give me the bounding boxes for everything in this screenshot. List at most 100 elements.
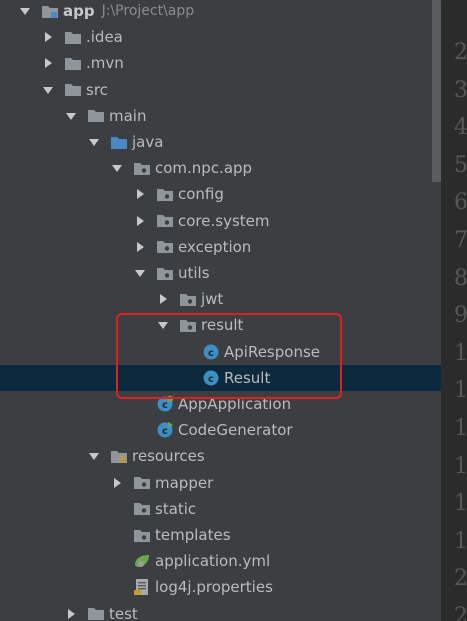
tree-node-label: jwt [201, 290, 224, 309]
package-icon [179, 317, 197, 333]
tree-node-label: Result [224, 368, 271, 387]
tree-node-app[interactable]: app J:\Project\app [0, 0, 441, 24]
folder-icon [87, 606, 105, 621]
tree-node-mvn[interactable]: .mvn [0, 50, 441, 76]
scrollbar-thumb[interactable] [432, 0, 441, 182]
package-icon [133, 527, 151, 543]
tree-node-application-yml[interactable]: application.yml [0, 548, 441, 574]
collapse-arrow-right-icon[interactable] [65, 608, 77, 620]
collapse-arrow-right-icon[interactable] [157, 293, 169, 305]
tree-node-main[interactable]: main [0, 103, 441, 129]
svg-text:c: c [208, 374, 214, 385]
tree-node-label: log4j.properties [155, 578, 273, 597]
tree-node-com-npc-app[interactable]: com.npc.app [0, 155, 441, 181]
line-number: 11 [454, 378, 467, 404]
line-number: 5 [454, 152, 467, 178]
tree-node-result[interactable]: result [0, 312, 441, 338]
collapse-arrow-right-icon[interactable] [42, 57, 54, 69]
tree-node-idea[interactable]: .idea [0, 24, 441, 50]
tree-node-label: exception [178, 237, 252, 256]
resources-folder-icon [110, 448, 128, 464]
line-number: 20 [454, 566, 467, 592]
tree-node-mapper[interactable]: mapper [0, 470, 441, 496]
svg-text:c: c [162, 400, 168, 411]
expand-arrow-down-icon[interactable] [19, 5, 31, 17]
expand-arrow-down-icon[interactable] [42, 84, 54, 96]
line-number: 16 [454, 491, 467, 517]
tree-node-label: result [201, 316, 244, 335]
collapse-arrow-right-icon[interactable] [134, 188, 146, 200]
tree-node-jwt[interactable]: jwt [0, 286, 441, 312]
expand-arrow-down-icon[interactable] [157, 319, 169, 331]
tree-node-src[interactable]: src [0, 77, 441, 103]
tree-node-resources[interactable]: resources [0, 443, 441, 469]
line-number: 12 [454, 416, 467, 441]
tree-node-java[interactable]: java [0, 129, 441, 155]
folder-icon [87, 108, 105, 124]
tree-node-appapplication[interactable]: c AppApplication [0, 391, 441, 417]
collapse-arrow-right-icon[interactable] [111, 477, 123, 489]
expand-arrow-down-icon[interactable] [88, 136, 100, 148]
tree-node-static[interactable]: static [0, 496, 441, 522]
tree-node-label: utils [178, 264, 210, 282]
tree-node-label: ApiResponse [224, 342, 320, 361]
runnable-class-icon: c [156, 422, 174, 438]
tree-node-label: core.system [178, 211, 270, 230]
collapse-arrow-right-icon[interactable] [42, 31, 54, 43]
tree-node-label: app [63, 2, 95, 20]
line-number: 2 [454, 604, 467, 621]
spring-yml-icon [133, 553, 151, 569]
folder-icon [64, 29, 82, 45]
tree-node-label: test [109, 604, 138, 621]
expand-arrow-down-icon[interactable] [111, 162, 123, 174]
tree-node-apiresponse[interactable]: c ApiResponse [0, 339, 441, 365]
package-icon [133, 160, 151, 176]
svg-text:c: c [208, 348, 214, 359]
tree-node-test[interactable]: test [0, 601, 441, 621]
package-icon [156, 265, 174, 281]
package-icon [156, 213, 174, 229]
folder-icon [64, 82, 82, 98]
package-icon [156, 239, 174, 255]
tree-node-label: config [178, 185, 224, 204]
tree-node-exception[interactable]: exception [0, 234, 441, 260]
tree-node-core-system[interactable]: core.system [0, 208, 441, 234]
tree-node-templates[interactable]: templates [0, 522, 441, 548]
tree-node-utils[interactable]: utils [0, 260, 441, 286]
svg-text:c: c [162, 426, 168, 437]
tree-node-label: com.npc.app [155, 159, 253, 178]
tree-node-label: .mvn [86, 54, 124, 73]
tree-node-label: resources [132, 447, 205, 466]
properties-file-icon [133, 579, 151, 596]
tree-node-config[interactable]: config [0, 181, 441, 207]
package-icon [179, 291, 197, 307]
line-number: 6 [454, 190, 467, 216]
tree-node-log4j-properties[interactable]: log4j.properties [0, 574, 441, 600]
source-root-folder-icon [110, 134, 128, 150]
project-path: J:\Project\app [101, 3, 195, 19]
line-number: 4 [454, 115, 467, 141]
tree-node-label: templates [155, 526, 231, 544]
line-number: 10 [454, 340, 467, 366]
tree-node-label: main [109, 106, 147, 125]
tree-node-label: .idea [86, 28, 123, 47]
expand-arrow-down-icon[interactable] [88, 450, 100, 462]
line-number: 8 [454, 265, 467, 291]
project-tree: app J:\Project\app .idea .mvn src main java com… [0, 0, 441, 621]
tree-node-label: application.yml [155, 552, 271, 571]
line-number: 17 [454, 528, 467, 554]
expand-arrow-down-icon[interactable] [65, 110, 77, 122]
collapse-arrow-right-icon[interactable] [134, 241, 146, 253]
tree-node-label: static [155, 499, 197, 518]
class-icon: c [202, 370, 220, 386]
tree-node-result[interactable]: c Result [0, 364, 441, 391]
tree-node-label: src [86, 80, 108, 99]
collapse-arrow-right-icon[interactable] [134, 215, 146, 227]
expand-arrow-down-icon[interactable] [134, 267, 146, 279]
tree-node-label: CodeGenerator [178, 421, 293, 440]
package-icon [133, 475, 151, 491]
line-number: 2 [454, 40, 467, 65]
editor-gutter: 2 3 4 5 6 7 8 9 10 11 12 13 16 17 20 2 [441, 0, 467, 621]
module-folder-icon [41, 3, 59, 19]
tree-node-codegenerator[interactable]: c CodeGenerator [0, 417, 441, 443]
